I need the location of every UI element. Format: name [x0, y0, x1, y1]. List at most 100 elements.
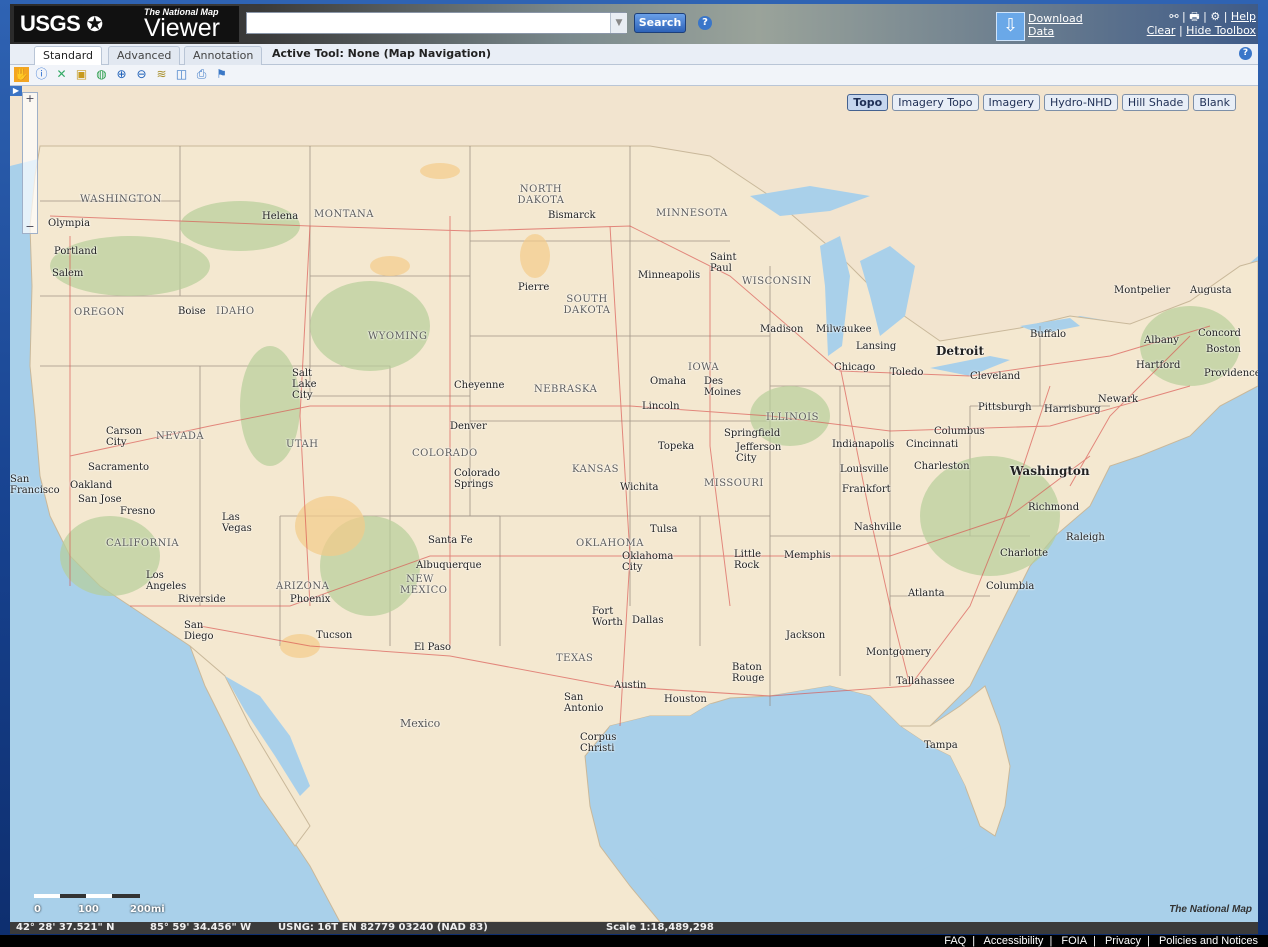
map-label-city: Fort Worth — [592, 606, 623, 628]
layers-icon[interactable]: ⚑ — [214, 67, 229, 82]
map-label-city: Cleveland — [970, 371, 1021, 382]
map-label-city: Columbus — [934, 426, 985, 437]
tab-standard[interactable]: Standard — [34, 46, 103, 65]
map-label-city: Albany — [1144, 335, 1179, 346]
zoom-slider-plus-icon[interactable]: + — [23, 93, 37, 105]
globe-icon[interactable]: ◍ — [94, 67, 109, 82]
scale-readout: Scale 1:18,489,298 — [606, 922, 714, 933]
map-label-city: San Antonio — [564, 692, 604, 714]
logo-gear-icon: ✪ — [86, 12, 104, 36]
map-label-city: Omaha — [650, 376, 687, 387]
map-label-city: Concord — [1198, 328, 1241, 339]
map-label-state: NEBRASKA — [534, 384, 598, 395]
map-label-state: NEVADA — [156, 431, 205, 442]
map-label-city: Santa Fe — [428, 535, 473, 546]
extent-icon[interactable]: ◫ — [174, 67, 189, 82]
map-label-city: San Francisco — [10, 474, 60, 496]
map-label-city: Las Vegas — [222, 512, 252, 534]
map-label-state: UTAH — [286, 439, 319, 450]
identify-icon[interactable]: ▣ — [74, 67, 89, 82]
hand-pan-icon[interactable]: ✋ — [14, 67, 29, 82]
map-label-city: Austin — [614, 680, 647, 691]
clear-link[interactable]: Clear — [1147, 24, 1176, 37]
footer-link-faq[interactable]: FAQ — [944, 935, 966, 947]
search-dropdown-chevron-icon[interactable]: ▼ — [610, 13, 627, 33]
basemap-hydro-nhd-button[interactable]: Hydro-NHD — [1044, 94, 1118, 111]
map-label-city: Helena — [262, 211, 299, 222]
map-label-city: Topeka — [658, 441, 695, 452]
download-data-link[interactable]: Download Data — [1028, 12, 1083, 38]
map-label-city: Dallas — [632, 615, 664, 626]
usng-readout: USNG: 16T EN 82779 03240 (NAD 83) — [278, 922, 488, 933]
map-label-state: WASHINGTON — [80, 194, 162, 205]
map-label-city: Harrisburg — [1044, 404, 1101, 415]
search-button[interactable]: Search — [634, 13, 686, 33]
download-label-line1: Download — [1028, 12, 1083, 25]
map-label-city: Corpus Christi — [580, 732, 617, 754]
logo-viewer-text: Viewer — [144, 14, 220, 42]
map-label-city: Washington — [1010, 464, 1090, 478]
map-label-city: Portland — [54, 246, 98, 257]
map-canvas[interactable]: + − Topo Imagery Topo Imagery Hydro-NHD … — [10, 86, 1258, 922]
basemap-topo-button[interactable]: Topo — [847, 94, 889, 111]
zoom-out-icon[interactable]: ⊖ — [134, 67, 149, 82]
map-label-city: Salt Lake City — [292, 368, 317, 401]
basemap-imagery-button[interactable]: Imagery — [982, 94, 1040, 111]
map-label-city: Memphis — [784, 550, 831, 561]
info-icon[interactable]: ⓘ — [34, 67, 49, 82]
map-label-city: Little Rock — [734, 549, 761, 571]
active-tool-label: Active Tool: None (Map Navigation) — [272, 47, 491, 60]
scale-label-0: 0 — [34, 904, 41, 915]
map-label-city: Salem — [52, 268, 84, 279]
map-label-city: Fresno — [120, 506, 156, 517]
tab-help-icon[interactable]: ? — [1239, 47, 1252, 60]
footer-link-foia[interactable]: FOIA — [1061, 935, 1087, 947]
search-input[interactable] — [246, 12, 626, 34]
usgs-logo[interactable]: USGS ✪ The National Map Viewer — [14, 6, 239, 42]
footer-link-policies[interactable]: Policies and Notices — [1159, 935, 1258, 947]
map-label-city: Jefferson City — [736, 442, 782, 464]
download-icon[interactable]: ⇩ — [996, 12, 1025, 41]
app-frame: USGS ✪ The National Map Viewer ▼ Search … — [0, 0, 1268, 947]
footer-link-privacy[interactable]: Privacy — [1105, 935, 1141, 947]
map-label-city: San Diego — [184, 620, 214, 642]
download-label-line2: Data — [1028, 25, 1055, 38]
map-label-city: Milwaukee — [816, 324, 872, 335]
hide-toolbox-link[interactable]: Hide Toolbox — [1186, 24, 1256, 37]
map-label-city: Lincoln — [642, 401, 680, 412]
header-tool-icons[interactable]: ⚯ | 🖶 | ⚙ | — [1169, 10, 1227, 23]
footer-link-accessibility[interactable]: Accessibility — [984, 935, 1044, 947]
zoom-slider-minus-icon[interactable]: − — [23, 221, 37, 233]
map-label-city: Albuquerque — [416, 560, 482, 571]
map-label-state: KANSAS — [572, 464, 619, 475]
map-label-city: Denver — [450, 421, 487, 432]
tab-bar: Standard Advanced Annotation Active Tool… — [10, 44, 1258, 65]
tab-advanced[interactable]: Advanced — [108, 46, 181, 65]
scale-bar — [34, 892, 144, 902]
basemap-blank-button[interactable]: Blank — [1193, 94, 1236, 111]
map-label-city: Boise — [178, 306, 206, 317]
map-label-city: Frankfort — [842, 484, 891, 495]
map-label-city: Oklahoma City — [622, 551, 674, 573]
map-label-city: Tucson — [316, 630, 353, 641]
tab-annotation[interactable]: Annotation — [184, 46, 263, 65]
zoom-in-icon[interactable]: ⊕ — [114, 67, 129, 82]
measure-icon[interactable]: ✕ — [54, 67, 69, 82]
map-label-city: Phoenix — [290, 594, 331, 605]
map-label-state: SOUTH DAKOTA — [563, 294, 611, 316]
basemap-hill-shade-button[interactable]: Hill Shade — [1121, 94, 1190, 111]
national-map-logo: The National Map — [1169, 904, 1252, 915]
map-label-city: Madison — [760, 324, 804, 335]
print-icon[interactable]: ⎙ — [194, 67, 209, 82]
map-label-state: MONTANA — [314, 209, 375, 220]
search-help-icon[interactable]: ? — [698, 16, 712, 30]
help-link[interactable]: Help — [1231, 10, 1256, 23]
map-label-city: Bismarck — [548, 210, 596, 221]
map-label-state: OREGON — [74, 307, 125, 318]
bookmark-icon[interactable]: ≋ — [154, 67, 169, 82]
zoom-slider[interactable]: + − — [22, 92, 38, 234]
basemap-imagery-topo-button[interactable]: Imagery Topo — [892, 94, 979, 111]
expand-panel-icon[interactable]: ▶ — [10, 86, 22, 96]
map-label-city: San Jose — [78, 494, 122, 505]
map-label-city: Atlanta — [908, 588, 945, 599]
